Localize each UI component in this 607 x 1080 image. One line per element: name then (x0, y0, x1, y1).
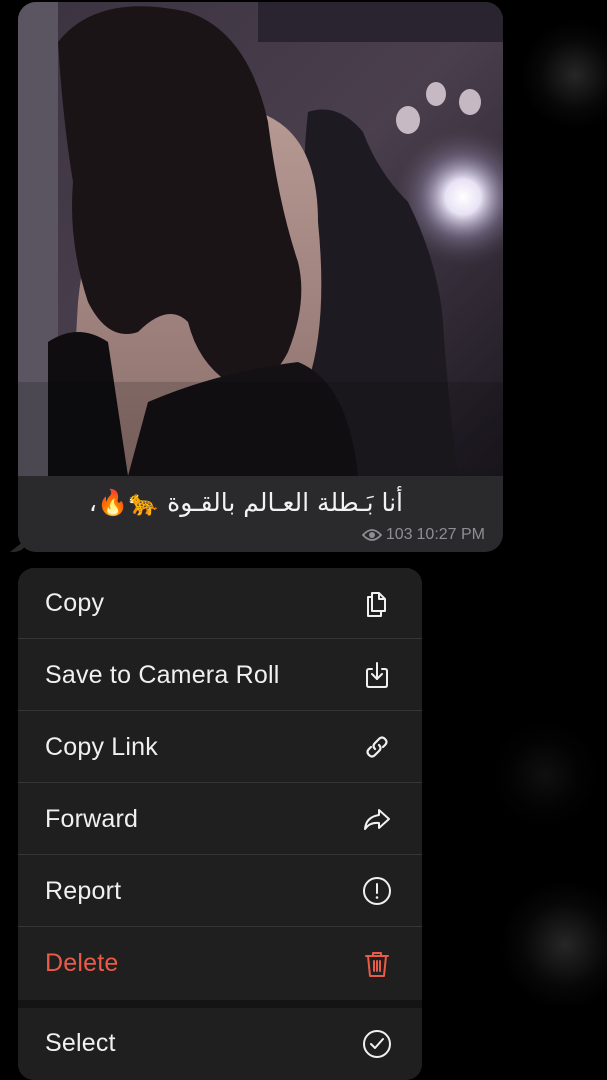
save-download-icon (360, 658, 394, 692)
message-caption: أنا بَـطلة العـالم بالقـوة 🐆🔥، (88, 488, 403, 517)
message-bubble[interactable]: أنا بَـطلة العـالم بالقـوة 🐆🔥، 103 10:27… (10, 2, 503, 552)
background-blur (520, 20, 607, 130)
link-icon (360, 730, 394, 764)
view-count: 103 (385, 526, 413, 543)
menu-item-copy-link[interactable]: Copy Link (18, 712, 422, 783)
trash-icon (360, 947, 394, 981)
checkmark-circle-icon (360, 1027, 394, 1061)
context-menu: Copy Save to Camera Roll Copy Link Forwa… (18, 568, 422, 1080)
menu-item-label: Copy Link (45, 732, 158, 761)
menu-item-label: Select (45, 1029, 116, 1057)
menu-item-label: Delete (45, 949, 119, 977)
message-photo[interactable] (18, 2, 503, 476)
menu-separator (18, 1000, 422, 1008)
menu-item-forward[interactable]: Forward (18, 784, 422, 855)
message-time: 10:27 PM (416, 526, 485, 543)
exclamation-circle-icon (360, 874, 394, 908)
menu-item-label: Forward (45, 804, 139, 833)
menu-item-label: Report (45, 876, 122, 905)
menu-item-report[interactable]: Report (18, 856, 422, 927)
forward-arrow-icon (360, 802, 394, 836)
menu-item-delete[interactable]: Delete (18, 928, 422, 999)
chat-screen: أنا بَـطلة العـالم بالقـوة 🐆🔥، 103 10:27… (0, 0, 607, 1080)
message-meta: 103 10:27 PM (361, 526, 485, 544)
menu-item-label: Copy (45, 588, 105, 617)
eye-icon (361, 528, 382, 542)
background-blur (490, 720, 600, 830)
menu-item-copy[interactable]: Copy (18, 568, 422, 639)
menu-item-select[interactable]: Select (18, 1008, 422, 1079)
copy-icon (360, 586, 394, 620)
menu-item-label: Save to Camera Roll (45, 660, 280, 689)
menu-item-save-to-camera-roll[interactable]: Save to Camera Roll (18, 640, 422, 711)
bubble-tail (10, 538, 28, 552)
background-blur (500, 880, 607, 1010)
photo-image (18, 2, 503, 476)
